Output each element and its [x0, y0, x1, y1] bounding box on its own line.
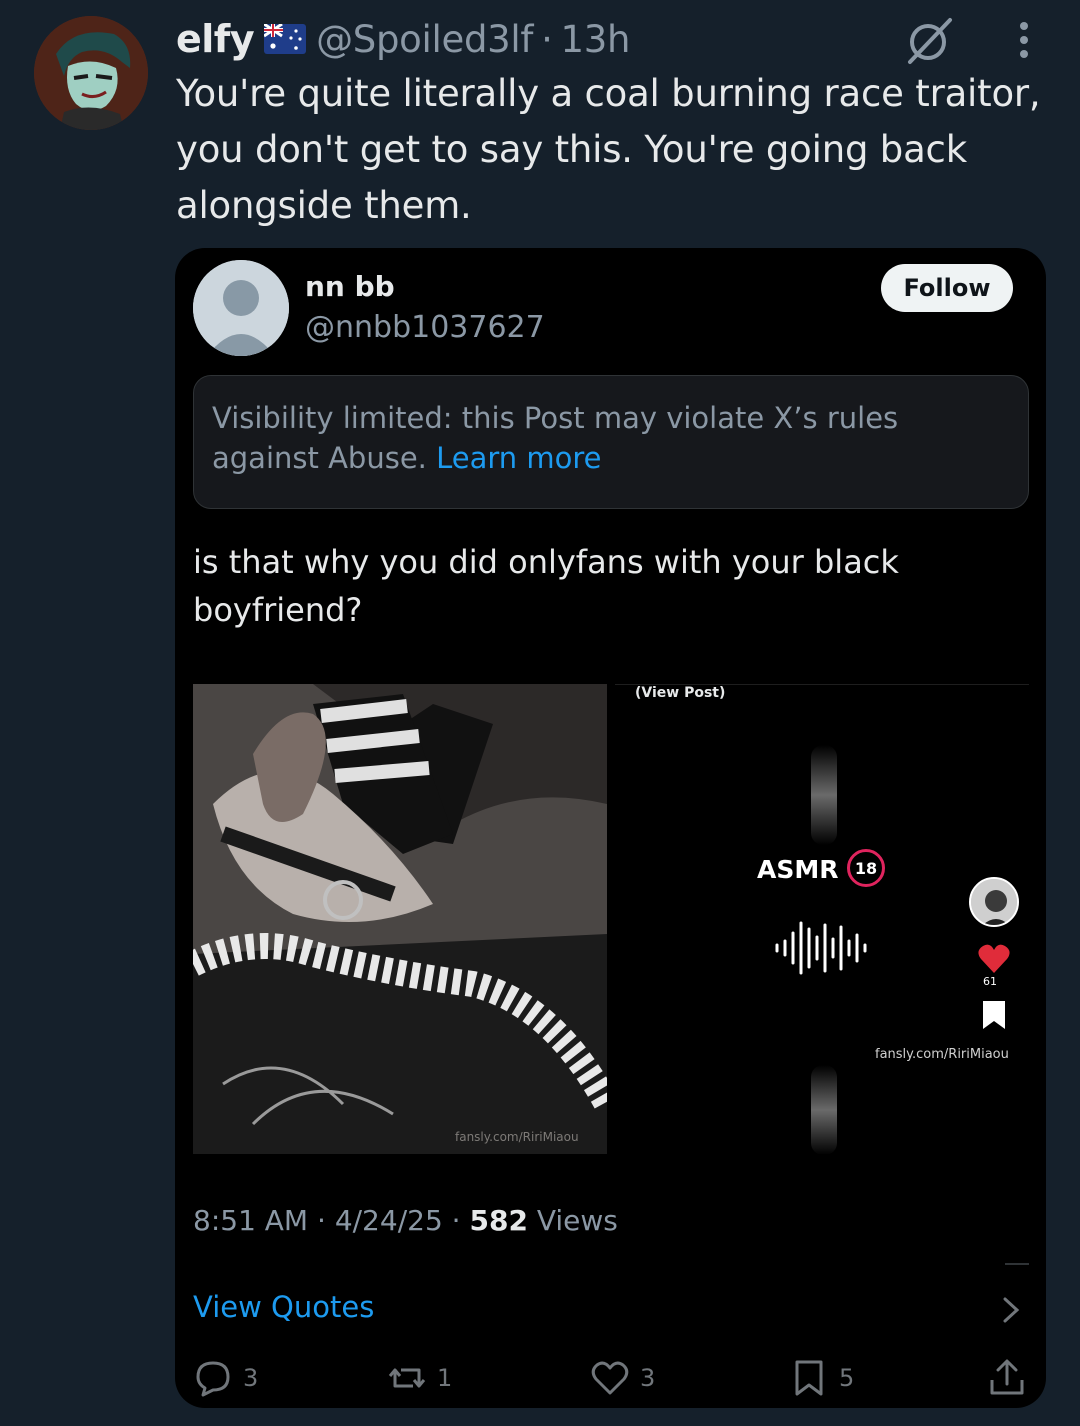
like-button[interactable]: 3: [590, 1354, 655, 1402]
view-quotes-link[interactable]: View Quotes: [193, 1290, 374, 1324]
heart-outline-icon: [591, 1361, 629, 1395]
chevron-right-icon[interactable]: [1001, 1296, 1021, 1324]
bookmark-count: 5: [839, 1364, 855, 1392]
bookmark-outline-icon: [795, 1360, 823, 1396]
author-display-name[interactable]: elfy: [176, 17, 255, 61]
repost-icon: [388, 1368, 426, 1388]
author-handle[interactable]: @Spoiled3lf: [316, 18, 533, 61]
views-label: Views: [536, 1204, 618, 1237]
reply-icon: [196, 1361, 230, 1397]
australia-flag-icon: [263, 22, 307, 54]
tweet[interactable]: elfy @Spoiled3lf · 13h You're quite lite…: [0, 0, 1080, 1426]
bookmark-button[interactable]: 5: [789, 1354, 854, 1402]
visibility-notice: Visibility limited: this Post may violat…: [193, 375, 1029, 509]
tweet-text: You're quite literally a coal burning ra…: [176, 72, 1041, 227]
quoted-author-avatar[interactable]: [193, 260, 289, 356]
views-count: 582: [469, 1204, 528, 1237]
media-image-right[interactable]: (View Post) ASMR 18 61 fansly.com/RiriMi…: [615, 684, 1029, 1154]
tweet-header: elfy @Spoiled3lf · 13h: [176, 14, 630, 64]
follow-button[interactable]: Follow: [881, 264, 1013, 312]
more-options-icon[interactable]: [1004, 18, 1044, 62]
learn-more-link[interactable]: Learn more: [436, 441, 601, 475]
bookmark-icon: [981, 999, 1007, 1031]
share-button[interactable]: [987, 1354, 1027, 1402]
asmr-label: ASMR: [757, 855, 839, 884]
media-like-count: 61: [983, 975, 997, 988]
action-bar: 3 1 3 5: [175, 1354, 1046, 1402]
grok-icon[interactable]: [904, 14, 956, 66]
post-date-label[interactable]: 4/24/25: [335, 1204, 443, 1237]
creator-avatar: [969, 877, 1019, 927]
repost-button[interactable]: 1: [387, 1354, 452, 1402]
media-image-left[interactable]: fansly.com/RiriMiaou: [193, 684, 607, 1154]
quoted-post[interactable]: nn bb @nnbb1037627 Follow Visibility lim…: [175, 248, 1046, 1408]
divider: [1005, 1263, 1029, 1265]
post-meta: 8:51 AM · 4/24/25 · 582 Views: [193, 1204, 618, 1237]
quoted-post-text: is that why you did onlyfans with your b…: [193, 543, 899, 629]
fansly-label: fansly.com/RiriMiaou: [875, 1047, 1009, 1062]
age-restriction-badge: 18: [847, 849, 885, 887]
media-watermark: fansly.com/RiriMiaou: [455, 1130, 579, 1144]
reply-count: 3: [243, 1364, 259, 1392]
like-count: 3: [640, 1364, 656, 1392]
post-time[interactable]: 13h: [561, 18, 631, 61]
meta-separator: ·: [541, 17, 553, 61]
quoted-display-name[interactable]: nn bb: [305, 270, 395, 303]
quoted-handle[interactable]: @nnbb1037627: [305, 310, 545, 345]
share-icon: [990, 1359, 1024, 1395]
repost-count: 1: [437, 1364, 453, 1392]
author-avatar[interactable]: [34, 16, 148, 130]
reply-button[interactable]: 3: [193, 1354, 258, 1402]
view-post-label: (View Post): [635, 685, 726, 701]
heart-icon: [977, 943, 1011, 975]
audio-waveform-icon: [773, 919, 873, 977]
post-time-label[interactable]: 8:51 AM: [193, 1204, 308, 1237]
